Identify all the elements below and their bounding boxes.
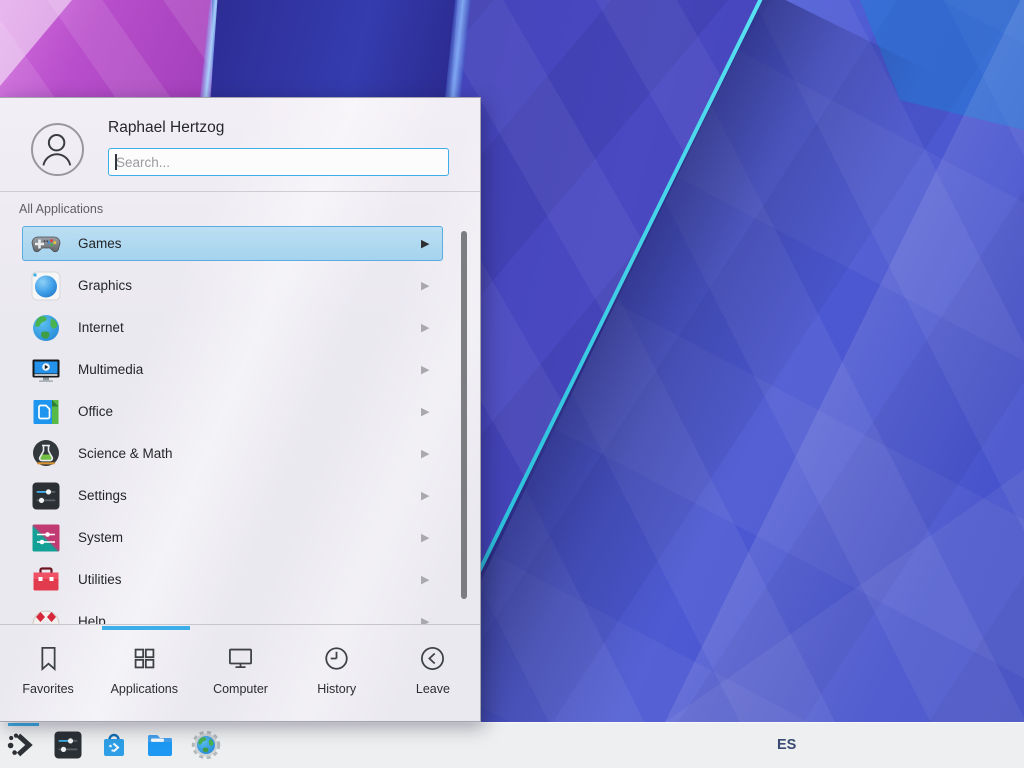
submenu-arrow-icon: ▶: [421, 559, 429, 601]
submenu-arrow-icon: ▶: [421, 349, 429, 391]
launcher-tab-bar: Favorites Applications Computer History: [0, 629, 481, 721]
category-row-graphics[interactable]: Graphics ▶: [0, 265, 481, 307]
category-label: Settings: [78, 475, 127, 517]
section-label: All Applications: [19, 202, 103, 216]
category-list: Games ▶ Graphics ▶: [0, 219, 481, 624]
tab-leave[interactable]: Leave: [385, 629, 481, 721]
submenu-arrow-icon: ▶: [421, 475, 429, 517]
clock-icon: [322, 644, 351, 673]
user-name: Raphael Hertzog: [108, 119, 224, 137]
launcher-active-indicator: [8, 723, 39, 726]
category-label: Graphics: [78, 265, 132, 307]
submenu-arrow-icon: ▶: [421, 601, 429, 624]
app-grid-icon: [130, 644, 159, 673]
system-settings-task-button[interactable]: [52, 729, 84, 761]
category-row-multimedia[interactable]: Multimedia ▶: [0, 349, 481, 391]
category-row-settings[interactable]: Settings ▶: [0, 475, 481, 517]
file-manager-task-button[interactable]: [144, 729, 176, 761]
system-sliders-icon: [30, 522, 62, 554]
category-label: Games: [78, 223, 122, 265]
gamepad-icon: [30, 228, 62, 260]
flask-icon: [30, 438, 62, 470]
text-caret: [115, 154, 117, 170]
header-separator: [0, 191, 480, 192]
discover-task-button[interactable]: [98, 729, 130, 761]
taskbar-panel: ES 7:03 PM 4/24/21: [0, 722, 1024, 768]
category-row-internet[interactable]: Internet ▶: [0, 307, 481, 349]
category-label: Internet: [78, 307, 124, 349]
category-row-games[interactable]: Games ▶: [0, 223, 481, 265]
monitor-icon: [226, 644, 255, 673]
application-launcher-popup: Raphael Hertzog All Applications Games ▶: [0, 97, 481, 722]
file-manager-folder-icon: [144, 729, 176, 761]
list-scrollbar[interactable]: [461, 231, 467, 599]
submenu-arrow-icon: ▶: [421, 223, 429, 265]
tab-applications[interactable]: Applications: [96, 629, 192, 721]
bookmark-icon: [34, 644, 63, 673]
system-settings-icon: [52, 729, 84, 761]
lifebuoy-icon: [30, 606, 62, 624]
category-label: Utilities: [78, 559, 122, 601]
web-browser-globe-icon: [190, 729, 222, 761]
footer-separator: [0, 624, 480, 625]
graphics-sphere-icon: [30, 270, 62, 302]
toolbox-icon: [30, 564, 62, 596]
submenu-arrow-icon: ▶: [421, 433, 429, 475]
desktop: Raphael Hertzog All Applications Games ▶: [0, 0, 1024, 768]
keyboard-layout-indicator[interactable]: ES: [777, 722, 796, 768]
web-browser-task-button[interactable]: [190, 729, 222, 761]
application-launcher-button[interactable]: [6, 729, 38, 761]
category-row-help[interactable]: Help ▶: [0, 601, 481, 624]
tab-computer[interactable]: Computer: [192, 629, 288, 721]
settings-sliders-icon: [30, 480, 62, 512]
search-input[interactable]: [109, 149, 448, 175]
globe-icon: [30, 312, 62, 344]
category-row-system[interactable]: System ▶: [0, 517, 481, 559]
category-label: Help: [78, 601, 106, 624]
multimedia-monitor-icon: [30, 354, 62, 386]
category-row-office[interactable]: Office ▶: [0, 391, 481, 433]
category-label: System: [78, 517, 123, 559]
tab-favorites[interactable]: Favorites: [0, 629, 96, 721]
submenu-arrow-icon: ▶: [421, 307, 429, 349]
search-box[interactable]: [108, 148, 449, 176]
discover-store-icon: [98, 729, 130, 761]
kde-kickoff-icon: [6, 729, 38, 761]
logout-icon: [418, 644, 447, 673]
category-label: Multimedia: [78, 349, 143, 391]
office-document-icon: [30, 396, 62, 428]
category-label: Science & Math: [78, 433, 173, 475]
submenu-arrow-icon: ▶: [421, 265, 429, 307]
user-avatar[interactable]: [31, 123, 84, 176]
category-label: Office: [78, 391, 113, 433]
submenu-arrow-icon: ▶: [421, 517, 429, 559]
wallpaper-purple-strip: [0, 0, 600, 98]
tab-history[interactable]: History: [289, 629, 385, 721]
category-row-science-math[interactable]: Science & Math ▶: [0, 433, 481, 475]
submenu-arrow-icon: ▶: [421, 391, 429, 433]
category-row-utilities[interactable]: Utilities ▶: [0, 559, 481, 601]
